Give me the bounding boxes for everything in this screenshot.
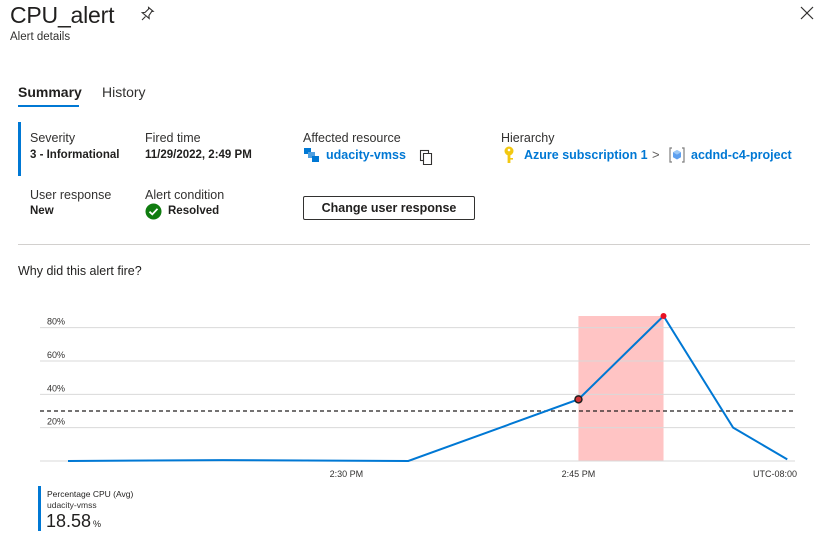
resolved-check-icon [145, 203, 162, 220]
hierarchy-separator: > [652, 147, 660, 162]
y-tick-label: 80% [47, 317, 65, 327]
severity-label: Severity [30, 131, 76, 145]
affected-resource-label: Affected resource [303, 131, 401, 145]
peak-point [660, 313, 667, 319]
legend-resource-name: udacity-vmss [47, 500, 97, 510]
hierarchy-resource-group-link[interactable]: acdnd-c4-project [691, 148, 792, 162]
severity-value: 3 - Informational [30, 149, 120, 161]
legend-value-unit: % [93, 519, 102, 529]
close-icon[interactable] [800, 6, 814, 20]
hierarchy-subscription-link[interactable]: Azure subscription 1 [524, 148, 648, 162]
legend-value: 18.58% [46, 511, 101, 532]
affected-resource-link[interactable]: udacity-vmss [326, 148, 406, 162]
alert-condition-label: Alert condition [145, 188, 225, 202]
page-title: CPU_alert [10, 2, 115, 28]
section-divider [18, 244, 810, 245]
x-tick-label: UTC-08:00 [753, 469, 797, 479]
key-icon [504, 146, 514, 163]
pin-icon[interactable] [138, 5, 156, 23]
y-tick-label: 40% [47, 383, 65, 393]
fired-time-label: Fired time [145, 131, 201, 145]
alert-highlight-region [578, 316, 664, 461]
cpu-chart: 80% 60% 40% 20% 2:30 PM 2:45 PM UTC-08:00 [40, 313, 797, 479]
active-tab-indicator [18, 105, 79, 107]
legend-series-name: Percentage CPU (Avg) [47, 489, 134, 499]
y-tick-label: 60% [47, 350, 65, 360]
x-tick-label: 2:30 PM [330, 469, 364, 479]
user-response-label: User response [30, 188, 112, 202]
tab-summary[interactable]: Summary [18, 84, 82, 100]
fired-time-value: 11/29/2022, 2:49 PM [145, 149, 252, 161]
legend-value-number: 18.58 [46, 511, 92, 531]
copy-icon[interactable] [418, 149, 434, 166]
page-subtitle: Alert details [10, 31, 71, 43]
alert-condition-value: Resolved [168, 205, 220, 217]
hierarchy-label: Hierarchy [501, 131, 555, 145]
x-tick-label: 2:45 PM [562, 469, 596, 479]
tab-history[interactable]: History [102, 84, 146, 100]
summary-accent-bar [18, 122, 21, 176]
resource-group-icon [669, 147, 685, 163]
y-tick-label: 20% [47, 417, 65, 427]
series-line [67, 314, 788, 463]
why-fired-heading: Why did this alert fire? [18, 264, 142, 278]
user-response-value: New [30, 205, 54, 217]
vmss-icon [304, 148, 319, 162]
fired-point [574, 395, 583, 404]
change-user-response-button[interactable]: Change user response [303, 196, 475, 220]
legend-color-bar [38, 486, 41, 531]
